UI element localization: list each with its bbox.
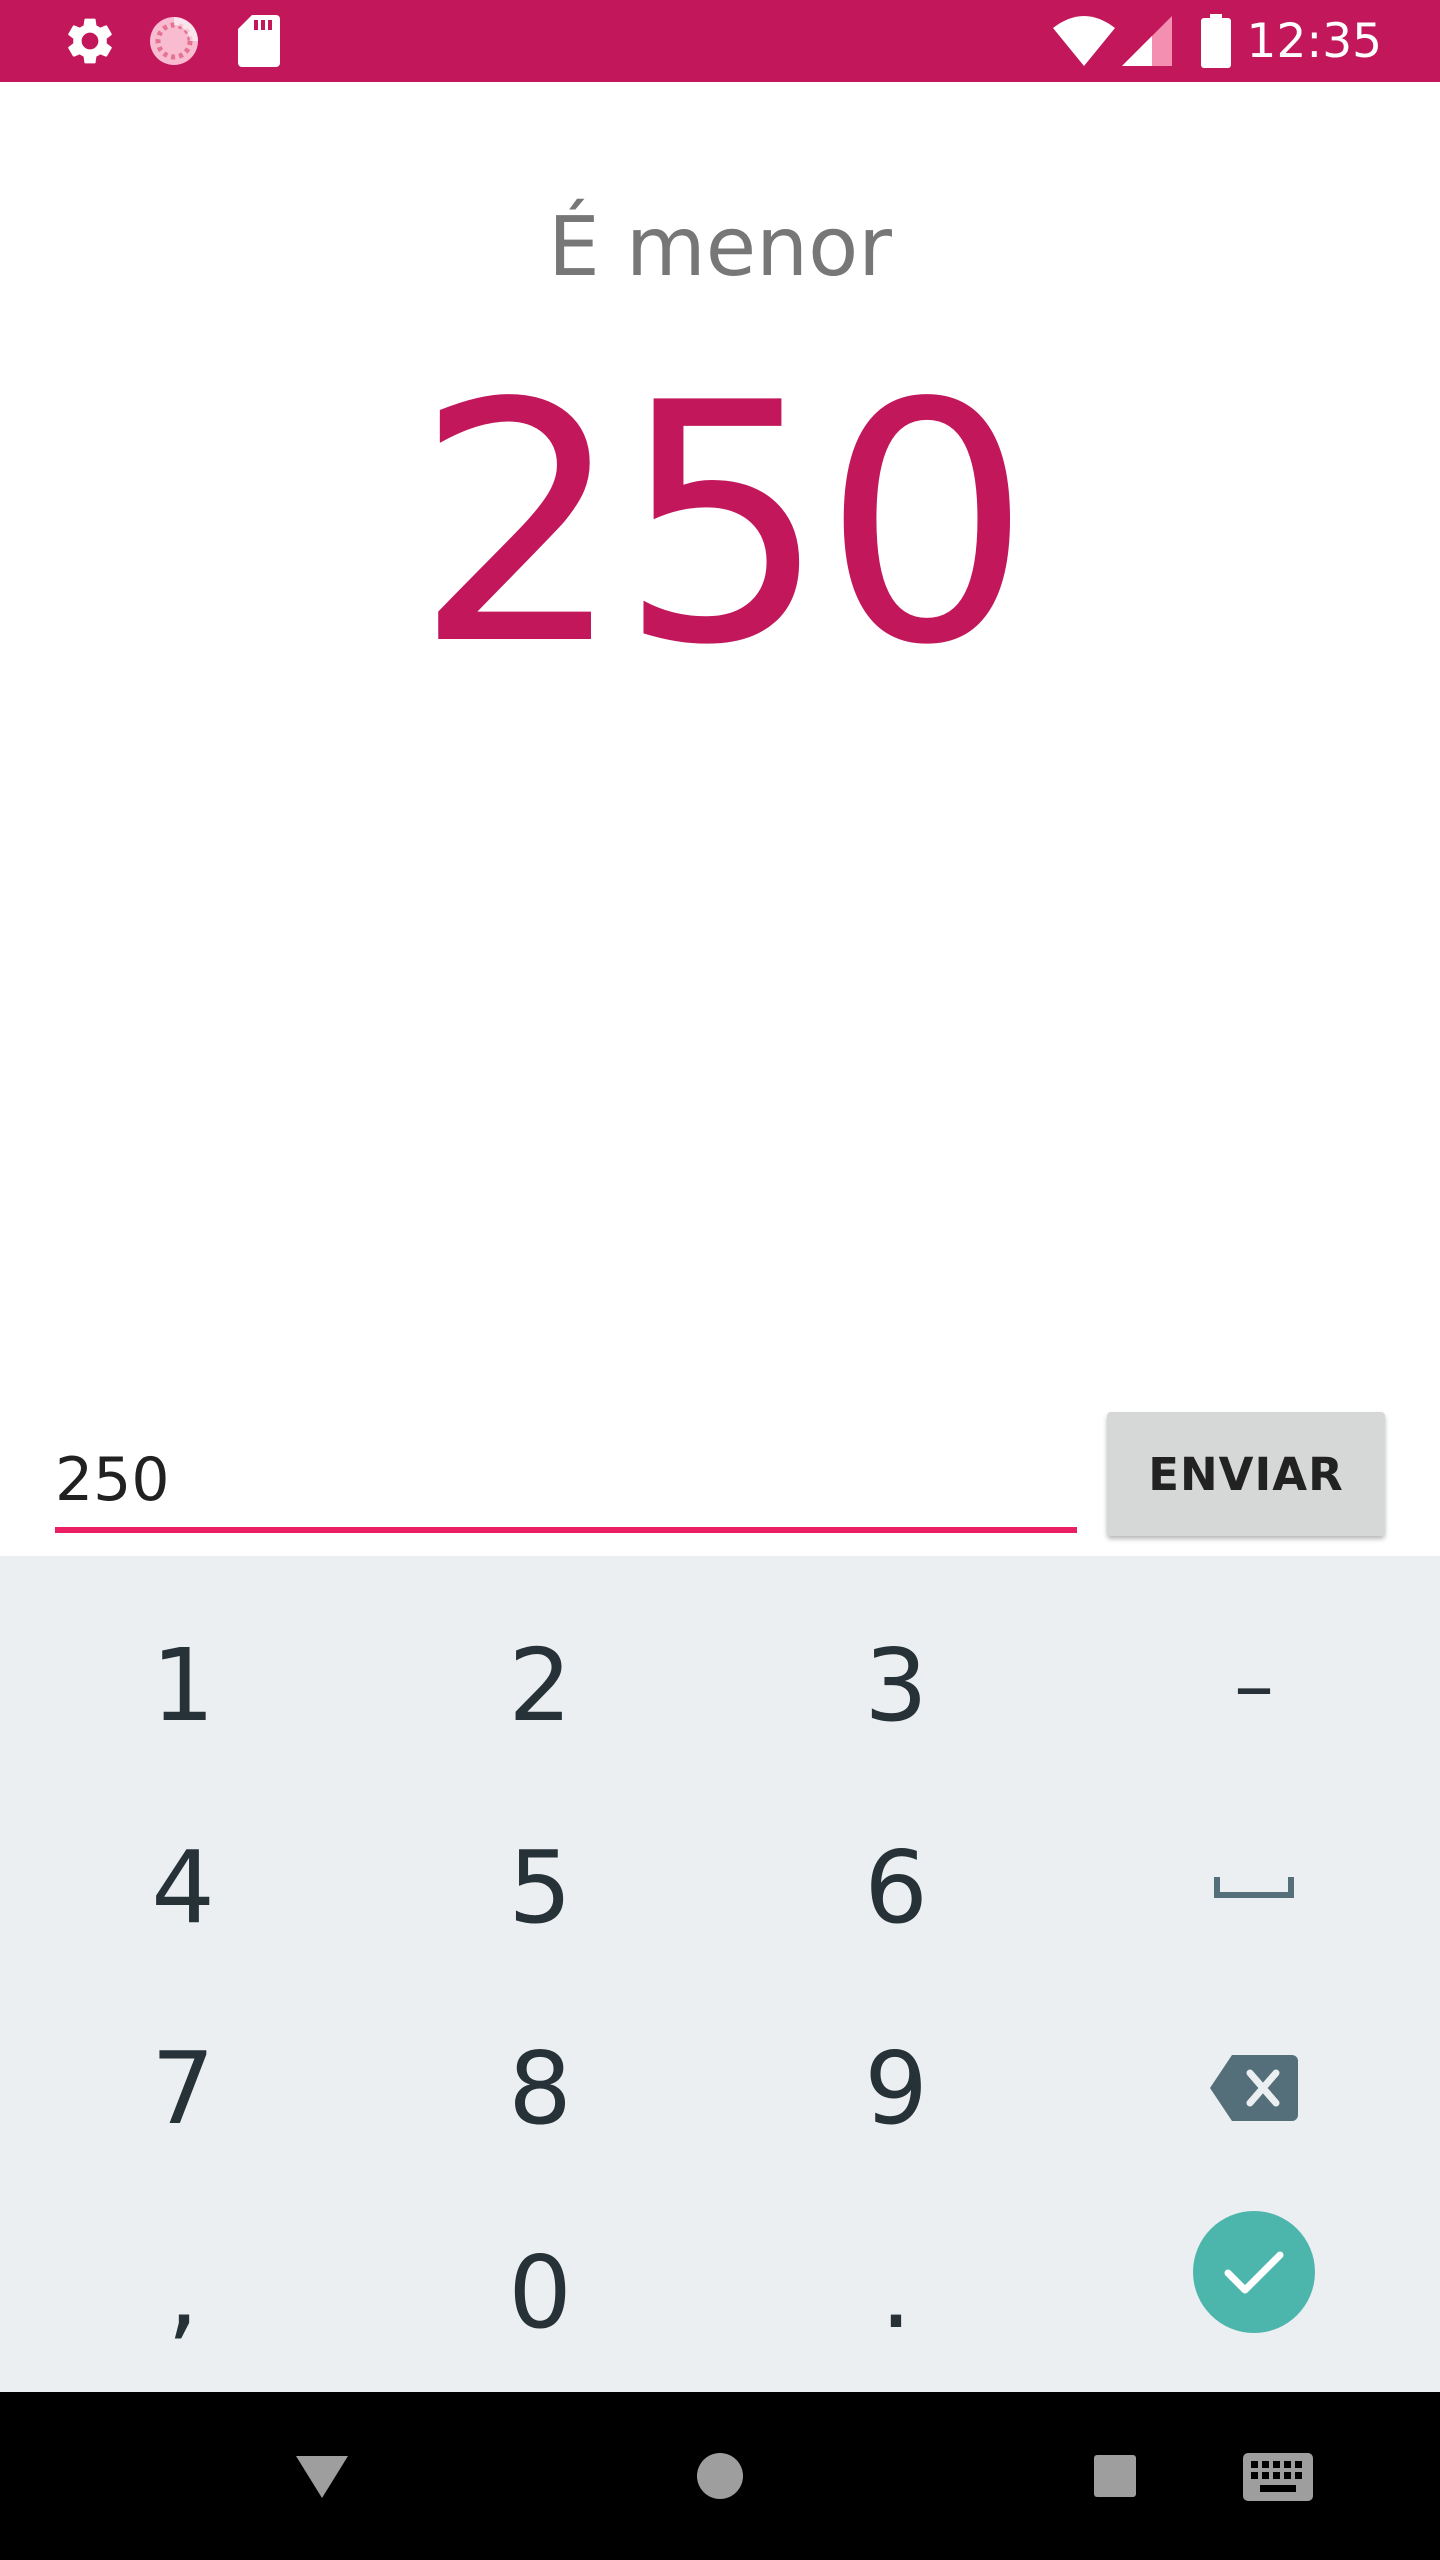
wifi-icon [1053, 0, 1115, 82]
check-icon [1224, 2251, 1284, 2294]
key-5[interactable]: 5 [362, 1787, 718, 1987]
sd-card-icon [238, 0, 280, 82]
key-label: 5 [508, 1828, 572, 1946]
key-label: , [167, 2233, 199, 2351]
key-label: 3 [864, 1626, 928, 1744]
key-comma[interactable]: , [5, 2192, 361, 2392]
key-label: 4 [151, 1828, 215, 1946]
key-4[interactable]: 4 [5, 1787, 361, 1987]
back-icon[interactable] [290, 2446, 354, 2506]
input-underline [55, 1527, 1077, 1533]
guess-input[interactable] [55, 1430, 1077, 1530]
backspace-key[interactable] [1076, 1988, 1432, 2188]
status-bar: 12:35 [0, 0, 1440, 82]
key-minus[interactable]: – [1076, 1585, 1432, 1785]
battery-icon [1201, 0, 1231, 82]
key-label: 8 [508, 2029, 572, 2147]
key-3[interactable]: 3 [718, 1585, 1074, 1785]
hint-text: É menor [547, 200, 893, 295]
loading-icon [148, 0, 200, 82]
key-label: 1 [151, 1626, 215, 1744]
key-9[interactable]: 9 [718, 1988, 1074, 2188]
done-key[interactable] [1193, 2211, 1315, 2333]
key-label: 2 [508, 1626, 572, 1744]
key-8[interactable]: 8 [362, 1988, 718, 2188]
key-label: – [1234, 1638, 1274, 1732]
home-icon[interactable] [690, 2452, 750, 2500]
key-label: 9 [864, 2029, 928, 2147]
key-label: 0 [508, 2233, 572, 2351]
space-key[interactable] [1076, 1787, 1432, 1987]
key-2[interactable]: 2 [362, 1585, 718, 1785]
key-period[interactable]: . [718, 2192, 1074, 2392]
key-label: 7 [151, 2029, 215, 2147]
backspace-icon [1210, 2055, 1298, 2121]
status-clock: 12:35 [1246, 14, 1382, 69]
signal-icon [1122, 0, 1172, 82]
settings-icon [62, 0, 118, 82]
key-6[interactable]: 6 [718, 1787, 1074, 1987]
key-0[interactable]: 0 [362, 2192, 718, 2392]
keyboard-switch-icon[interactable] [1243, 2452, 1313, 2502]
recents-icon[interactable] [1093, 2454, 1137, 2498]
key-7[interactable]: 7 [5, 1988, 361, 2188]
key-1[interactable]: 1 [5, 1585, 361, 1785]
guess-input-wrap [55, 1430, 1077, 1535]
space-icon [1214, 1877, 1294, 1898]
key-label: 6 [864, 1828, 928, 1946]
send-button[interactable]: ENVIAR [1107, 1412, 1385, 1536]
key-label: . [880, 2233, 912, 2351]
guessed-number: 250 [414, 333, 1032, 717]
